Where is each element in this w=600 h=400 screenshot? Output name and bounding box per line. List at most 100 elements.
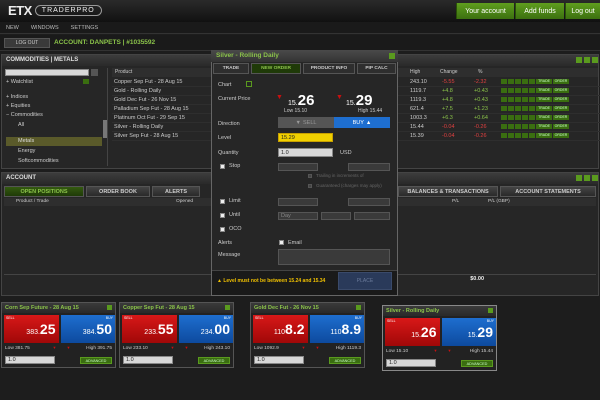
- close-icon[interactable]: [592, 175, 598, 181]
- gear-icon[interactable]: [529, 124, 535, 130]
- gear-icon[interactable]: [529, 106, 535, 112]
- menu-settings[interactable]: SETTINGS: [71, 25, 99, 31]
- order-button[interactable]: ORDER: [553, 124, 569, 130]
- gear-icon[interactable]: [529, 115, 535, 121]
- chart-icon[interactable]: [501, 97, 507, 103]
- minimize-icon[interactable]: [576, 57, 582, 63]
- order-button[interactable]: ORDER: [553, 133, 569, 139]
- until-select[interactable]: Day: [278, 212, 318, 220]
- ticket-quantity-input[interactable]: 1.0: [386, 359, 436, 367]
- trade-button[interactable]: TRADE: [536, 106, 552, 112]
- ticket-buy-button[interactable]: BUY 15.29: [441, 318, 496, 346]
- info-icon[interactable]: [508, 124, 514, 130]
- tab-open-positions[interactable]: OPEN POSITIONS: [4, 186, 84, 197]
- news-icon[interactable]: [522, 88, 528, 94]
- alert-icon[interactable]: [515, 106, 521, 112]
- email-checkbox[interactable]: [279, 240, 284, 245]
- logout-button[interactable]: LOG OUT: [4, 38, 50, 48]
- place-order-button[interactable]: PLACE: [338, 272, 392, 290]
- trade-button[interactable]: TRADE: [536, 124, 552, 130]
- maximize-icon[interactable]: [584, 57, 590, 63]
- info-icon[interactable]: [508, 115, 514, 121]
- your-account-button[interactable]: Your account: [456, 3, 514, 19]
- gear-icon[interactable]: [529, 97, 535, 103]
- limit-checkbox[interactable]: [220, 199, 225, 204]
- tab-account-statements[interactable]: ACCOUNT STATEMENTS: [500, 186, 596, 197]
- chart-icon[interactable]: [501, 88, 507, 94]
- news-icon[interactable]: [522, 106, 528, 112]
- until-date-input[interactable]: [321, 212, 351, 220]
- menu-new[interactable]: NEW: [6, 25, 19, 31]
- logout-top-button[interactable]: Log out: [565, 3, 600, 19]
- until-checkbox[interactable]: [220, 213, 225, 218]
- sell-direction-button[interactable]: ▼ SELL: [278, 117, 334, 128]
- alert-icon[interactable]: [515, 115, 521, 121]
- chart-icon[interactable]: [501, 115, 507, 121]
- chart-icon[interactable]: [246, 81, 252, 87]
- ticket-buy-button[interactable]: BUY 1108.9: [309, 315, 364, 343]
- tree-scrollbar[interactable]: [103, 120, 107, 138]
- tree-commodities[interactable]: − Commodities: [6, 111, 102, 120]
- trade-button[interactable]: TRADE: [536, 115, 552, 121]
- advanced-button[interactable]: ADVANCED: [80, 357, 112, 364]
- dialog-close-icon[interactable]: [389, 53, 395, 59]
- level-input[interactable]: 15.29: [278, 133, 333, 142]
- alert-icon[interactable]: [515, 124, 521, 130]
- news-icon[interactable]: [522, 79, 528, 85]
- order-button[interactable]: ORDER: [553, 88, 569, 94]
- market-search-input[interactable]: [5, 69, 89, 76]
- trade-button[interactable]: TRADE: [536, 88, 552, 94]
- ticket-buy-button[interactable]: BUY 384.50: [60, 315, 115, 343]
- tree-indices[interactable]: + Indices: [6, 93, 102, 102]
- tab-balances[interactable]: BALANCES & TRANSACTIONS: [398, 186, 498, 197]
- info-icon[interactable]: [508, 106, 514, 112]
- ticket-sell-button[interactable]: SELL 1108.2: [253, 315, 308, 343]
- tree-watchlist[interactable]: + Watchlist: [6, 78, 102, 87]
- ticket-sell-button[interactable]: SELL 15.26: [385, 318, 440, 346]
- maximize-icon[interactable]: [584, 175, 590, 181]
- alert-icon[interactable]: [515, 133, 521, 139]
- stop-type-select[interactable]: [278, 163, 318, 171]
- quantity-input[interactable]: 1.0: [278, 148, 333, 157]
- message-input[interactable]: [278, 249, 390, 265]
- ticket-quantity-input[interactable]: 1.0: [254, 356, 304, 364]
- ticket-sell-button[interactable]: SELL 383.25: [4, 315, 59, 343]
- alert-icon[interactable]: [515, 79, 521, 85]
- ticket-quantity-input[interactable]: 1.0: [5, 356, 55, 364]
- info-icon[interactable]: [508, 97, 514, 103]
- info-icon[interactable]: [508, 133, 514, 139]
- minimize-icon[interactable]: [576, 175, 582, 181]
- stop-value-input[interactable]: [348, 163, 390, 171]
- chart-icon[interactable]: [501, 124, 507, 130]
- trade-button[interactable]: TRADE: [536, 79, 552, 85]
- limit-value-input[interactable]: [348, 198, 390, 206]
- news-icon[interactable]: [522, 124, 528, 130]
- alert-icon[interactable]: [515, 88, 521, 94]
- add-funds-button[interactable]: Add funds: [515, 3, 564, 19]
- ticket-quantity-input[interactable]: 1.0: [123, 356, 173, 364]
- tree-all[interactable]: All: [6, 121, 102, 130]
- advanced-button[interactable]: ADVANCED: [329, 357, 361, 364]
- buy-direction-button[interactable]: BUY ▲: [334, 117, 390, 128]
- tab-product-info[interactable]: PRODUCT INFO: [303, 63, 355, 74]
- search-icon[interactable]: [91, 69, 98, 76]
- trailing-checkbox[interactable]: [308, 174, 312, 178]
- gear-icon[interactable]: [529, 133, 535, 139]
- order-button[interactable]: ORDER: [553, 106, 569, 112]
- tree-softcommodities[interactable]: Softcommodities: [6, 157, 102, 165]
- account-window-controls[interactable]: [574, 175, 598, 183]
- guaranteed-checkbox[interactable]: [308, 184, 312, 188]
- close-icon[interactable]: [592, 57, 598, 63]
- news-icon[interactable]: [522, 115, 528, 121]
- until-time-input[interactable]: [354, 212, 390, 220]
- info-icon[interactable]: [508, 88, 514, 94]
- menu-windows[interactable]: WINDOWS: [31, 25, 59, 31]
- order-button[interactable]: ORDER: [553, 97, 569, 103]
- tab-new-order[interactable]: NEW ORDER: [251, 63, 301, 74]
- trade-button[interactable]: TRADE: [536, 97, 552, 103]
- stop-checkbox[interactable]: [220, 164, 225, 169]
- order-button[interactable]: ORDER: [553, 115, 569, 121]
- close-icon[interactable]: [488, 308, 493, 313]
- close-icon[interactable]: [356, 305, 361, 310]
- chart-icon[interactable]: [501, 106, 507, 112]
